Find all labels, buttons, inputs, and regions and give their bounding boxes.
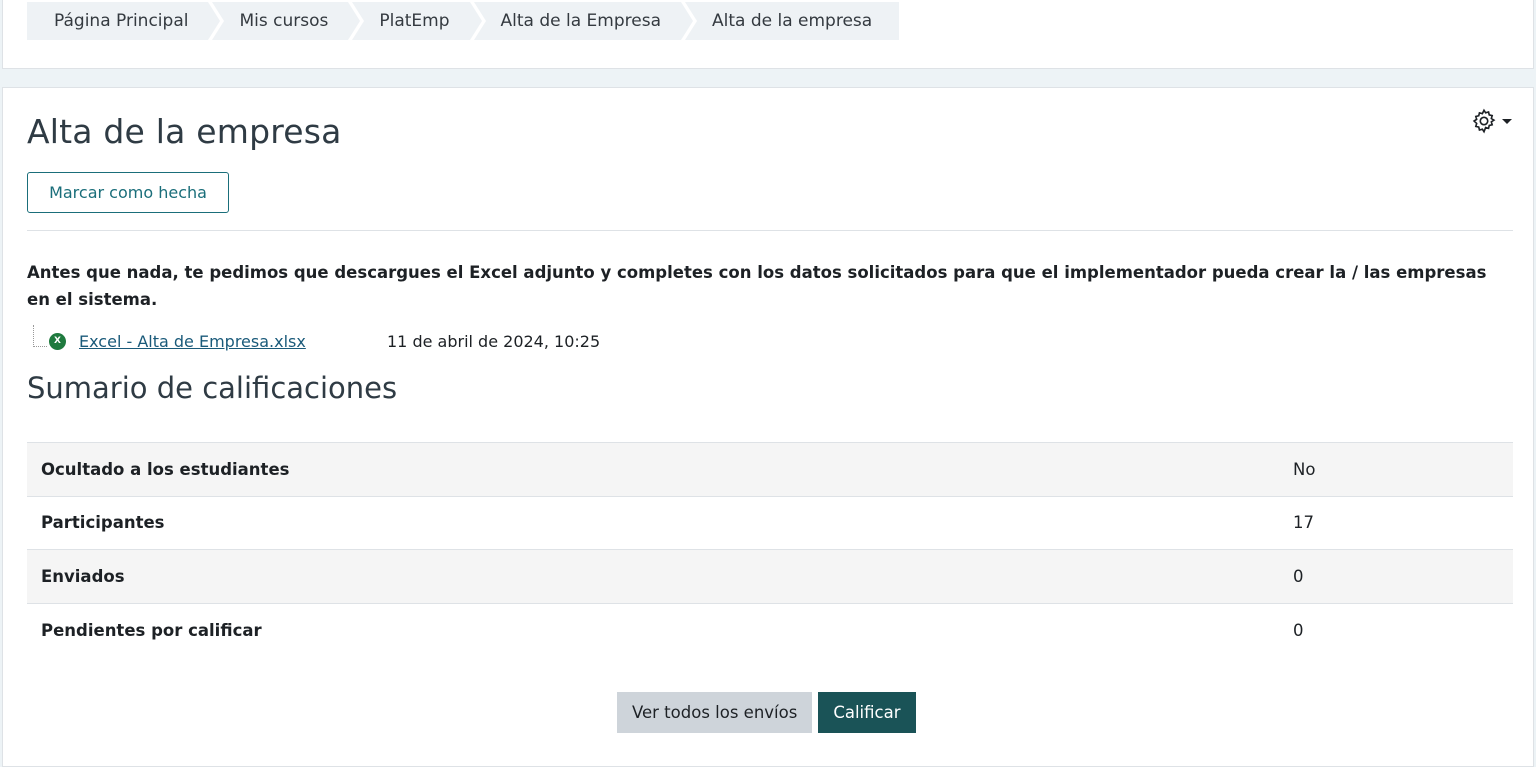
view-all-submissions-button[interactable]: Ver todos los envíos: [617, 692, 813, 733]
action-buttons: Ver todos los envíos Calificar: [617, 692, 916, 733]
breadcrumb-item-section[interactable]: Alta de la Empresa: [473, 2, 698, 40]
row-value: 0: [1293, 566, 1304, 586]
table-row: Ocultado a los estudiantes No: [27, 442, 1513, 496]
gear-icon: [1470, 107, 1498, 135]
chevron-down-icon: [1502, 118, 1512, 124]
row-value: 17: [1293, 513, 1314, 533]
grading-summary-table: Ocultado a los estudiantes No Participan…: [27, 442, 1513, 657]
activity-description: Antes que nada, te pedimos que descargue…: [27, 263, 1487, 309]
breadcrumb-item-course[interactable]: PlatEmp: [352, 2, 486, 40]
breadcrumb-item-my-courses[interactable]: Mis cursos: [212, 2, 365, 40]
breadcrumb-item-home[interactable]: Página Principal: [27, 2, 225, 40]
breadcrumb: Página Principal Mis cursos PlatEmp Alta…: [27, 2, 903, 40]
main-content: Alta de la empresa Marcar como hecha Ant…: [2, 87, 1534, 767]
breadcrumb-item-current[interactable]: Alta de la empresa: [685, 2, 900, 40]
attachment-link[interactable]: Excel - Alta de Empresa.xlsx: [79, 332, 387, 351]
divider: [27, 230, 1513, 231]
table-row: Pendientes por calificar 0: [27, 603, 1513, 657]
attachment-row: X Excel - Alta de Empresa.xlsx 11 de abr…: [33, 325, 601, 355]
header-card: Página Principal Mis cursos PlatEmp Alta…: [2, 0, 1534, 69]
row-label: Ocultado a los estudiantes: [41, 459, 290, 479]
settings-menu[interactable]: [1470, 106, 1522, 136]
row-value: No: [1293, 459, 1316, 479]
excel-file-icon: X: [49, 332, 66, 350]
mark-as-done-button[interactable]: Marcar como hecha: [27, 172, 229, 213]
grading-summary-title: Sumario de calificaciones: [27, 371, 398, 405]
tree-connector: [33, 325, 47, 347]
attachment-date: 11 de abril de 2024, 10:25: [387, 331, 601, 351]
page-title: Alta de la empresa: [27, 112, 342, 151]
row-value: 0: [1293, 620, 1304, 640]
row-label: Enviados: [41, 566, 125, 586]
row-label: Participantes: [41, 513, 165, 533]
table-row: Enviados 0: [27, 549, 1513, 603]
table-row: Participantes 17: [27, 496, 1513, 550]
row-label: Pendientes por calificar: [41, 620, 262, 640]
grade-button[interactable]: Calificar: [818, 692, 916, 733]
